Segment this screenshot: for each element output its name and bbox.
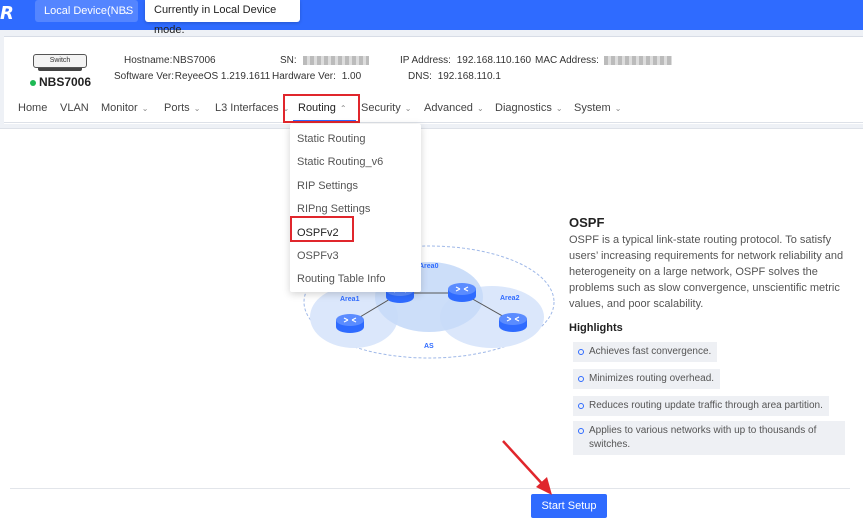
highlight-item: Reduces routing update traffic through a… [573, 396, 829, 416]
dns-row: DNS: 192.168.110.1 [408, 71, 501, 82]
ospfv2-highlight-box [290, 216, 354, 242]
chevron-down-icon: ⌄ [555, 104, 563, 113]
hostname-row: Hostname: NBS7006 [124, 55, 216, 66]
sn-row: SN: [280, 55, 370, 66]
main-nav: Home VLAN Monitor ⌄ Ports ⌄ L3 Interfaces ⌄… [4, 95, 863, 123]
device-selector-label: Local Device(NBS [44, 5, 134, 17]
menu-item-ripng-settings[interactable]: RIPng Settings [297, 203, 370, 215]
area2-label: Area2 [500, 295, 520, 302]
nav-system[interactable]: System ⌄ [574, 102, 621, 114]
chevron-down-icon: ⌄ [404, 104, 412, 113]
mac-value-redacted [603, 55, 672, 65]
footer-divider [10, 488, 850, 489]
ospf-description: OSPF is a typical link-state routing pro… [569, 234, 844, 310]
nav-l3-interfaces[interactable]: L3 Interfaces ⌄ [215, 102, 289, 114]
dns-value: 192.168.110.1 [437, 71, 501, 82]
ip-row: IP Address: 192.168.110.160 [400, 55, 532, 66]
hardware-row: Hardware Ver: 1.00 [272, 71, 362, 82]
highlight-item: Applies to various networks with up to t… [573, 421, 845, 455]
mac-row: MAC Address: [535, 55, 672, 66]
nav-ports[interactable]: Ports ⌄ [164, 102, 200, 114]
annotation-arrow-icon [502, 440, 552, 495]
hostname-value: NBS7006 [172, 55, 216, 66]
menu-item-routing-table-info[interactable]: Routing Table Info [297, 273, 385, 285]
switch-icon: Switch [33, 54, 87, 71]
area0-label: Area0 [419, 263, 439, 270]
routing-dropdown-menu: Static Routing Static Routing_v6 RIP Set… [290, 124, 421, 292]
nav-advanced[interactable]: Advanced ⌄ [424, 102, 484, 114]
hardware-value: 1.00 [341, 71, 362, 82]
ospf-title: OSPF [569, 215, 605, 230]
device-selector[interactable]: Local Device(NBS ⌄ [35, 0, 138, 22]
software-row: Software Ver: ReyeeOS 1.219.1611 [114, 71, 271, 82]
nav-vlan[interactable]: VLAN [60, 102, 89, 114]
router-icon [499, 313, 527, 332]
menu-item-ospfv3[interactable]: OSPFv3 [297, 250, 339, 262]
menu-item-static-routing[interactable]: Static Routing [297, 133, 365, 145]
router-icon [336, 314, 364, 333]
ip-value: 192.168.110.160 [456, 55, 532, 66]
brand-logo: R [0, 3, 14, 24]
highlights-title: Highlights [569, 322, 623, 334]
nav-diagnostics[interactable]: Diagnostics ⌄ [495, 102, 563, 114]
menu-item-static-routing-v6[interactable]: Static Routing_v6 [297, 156, 383, 168]
online-status-icon [30, 79, 36, 86]
software-value: ReyeeOS 1.219.1611 [174, 71, 271, 82]
menu-item-rip-settings[interactable]: RIP Settings [297, 180, 358, 192]
chevron-down-icon: ⌄ [614, 104, 622, 113]
area1-label: Area1 [340, 296, 360, 303]
nav-home[interactable]: Home [18, 102, 47, 114]
chevron-down-icon: ⌄ [141, 104, 149, 113]
routing-highlight-box [283, 94, 360, 123]
top-bar: R Local Device(NBS ⌄ Currently in Local … [0, 0, 863, 36]
sn-value-redacted [303, 55, 370, 65]
nav-security[interactable]: Security ⌄ [361, 102, 411, 114]
as-label: AS [424, 343, 434, 350]
chevron-down-icon: ⌄ [476, 104, 484, 113]
chevron-down-icon: ⌄ [193, 104, 201, 113]
chevron-down-icon: ⌄ [122, 6, 130, 16]
device-name: NBS7006 [30, 75, 91, 89]
router-icon [448, 283, 476, 302]
highlight-item: Achieves fast convergence. [573, 342, 718, 362]
mode-tooltip: Currently in Local Device mode. [145, 0, 300, 36]
highlight-item: Minimizes routing overhead. [573, 369, 721, 389]
nav-monitor[interactable]: Monitor ⌄ [101, 102, 148, 114]
